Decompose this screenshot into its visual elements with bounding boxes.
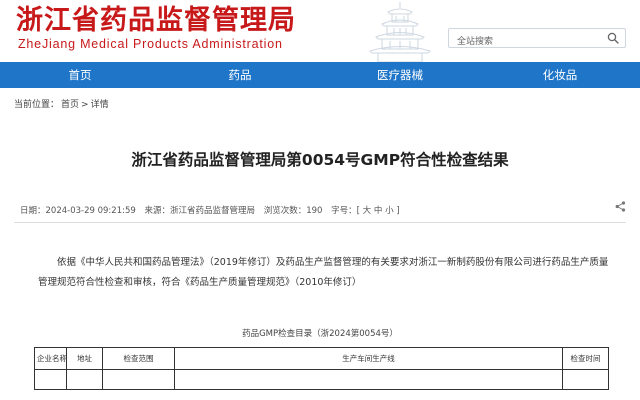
table-row — [34, 369, 609, 390]
table-header-cell: 生产车间生产线 — [174, 347, 563, 370]
pagoda-watermark-icon — [369, 2, 431, 62]
breadcrumb-prefix: 当前位置： — [14, 100, 60, 110]
table-header-cell: 企业名称 — [34, 347, 67, 370]
breadcrumb-separator: > — [81, 100, 89, 110]
main-nav: 首页 药品 医疗器械 化妆品 — [0, 62, 640, 88]
share-icon — [615, 201, 626, 212]
breadcrumb-current: 详情 — [90, 100, 109, 110]
table-cell — [34, 369, 67, 390]
table-cell — [102, 369, 175, 390]
nav-item-medical-devices[interactable]: 医疗器械 — [320, 62, 480, 88]
gmp-table: 企业名称 地址 检查范围 生产车间生产线 检查时间 — [34, 347, 609, 390]
table-header-cell: 检查时间 — [562, 347, 609, 370]
site-subtitle: ZheJiang Medical Products Administration — [18, 37, 283, 51]
nav-item-drugs[interactable]: 药品 — [160, 62, 320, 88]
divider — [14, 222, 626, 223]
article-body: 依据《中华人民共和国药品管理法》（2019年修订）及药品生产监督管理的有关要求对… — [38, 257, 609, 288]
font-size-switcher[interactable]: 字号：[ 大 中 小 ] — [331, 206, 399, 216]
site-title[interactable]: 浙江省药品监督管理局 — [16, 4, 296, 38]
table-caption: 药品GMP检查目录（浙2024第0054号） — [242, 329, 398, 339]
article-views: 浏览次数：190 — [263, 206, 323, 216]
table-header-row: 企业名称 地址 检查范围 生产车间生产线 检查时间 — [34, 347, 609, 370]
table-header-cell: 地址 — [66, 347, 103, 370]
article-title: 浙江省药品监督管理局第0054号GMP符合性检查结果 — [131, 151, 509, 169]
table-header-cell: 检查范围 — [102, 347, 175, 370]
table-cell — [174, 369, 563, 390]
search-box — [448, 28, 626, 51]
table-cell — [66, 369, 103, 390]
article-date: 日期：2024-03-29 09:21:59 — [20, 206, 136, 216]
breadcrumb-home-link[interactable]: 首页 — [61, 100, 79, 110]
article-meta: 日期：2024-03-29 09:21:59 来源：浙江省药品监督管理局 浏览次… — [20, 204, 406, 216]
nav-item-home[interactable]: 首页 — [0, 62, 160, 88]
table-cell — [562, 369, 609, 390]
search-input[interactable] — [449, 33, 599, 51]
site-header: 浙江省药品监督管理局 ZheJiang Medical Products Adm… — [0, 0, 640, 62]
share-button[interactable] — [615, 201, 626, 215]
search-icon[interactable] — [607, 32, 619, 44]
article-source: 来源：浙江省药品监督管理局 — [144, 206, 255, 216]
nav-item-cosmetics[interactable]: 化妆品 — [480, 62, 640, 88]
breadcrumb: 当前位置： 首页 > 详情 — [14, 97, 111, 110]
